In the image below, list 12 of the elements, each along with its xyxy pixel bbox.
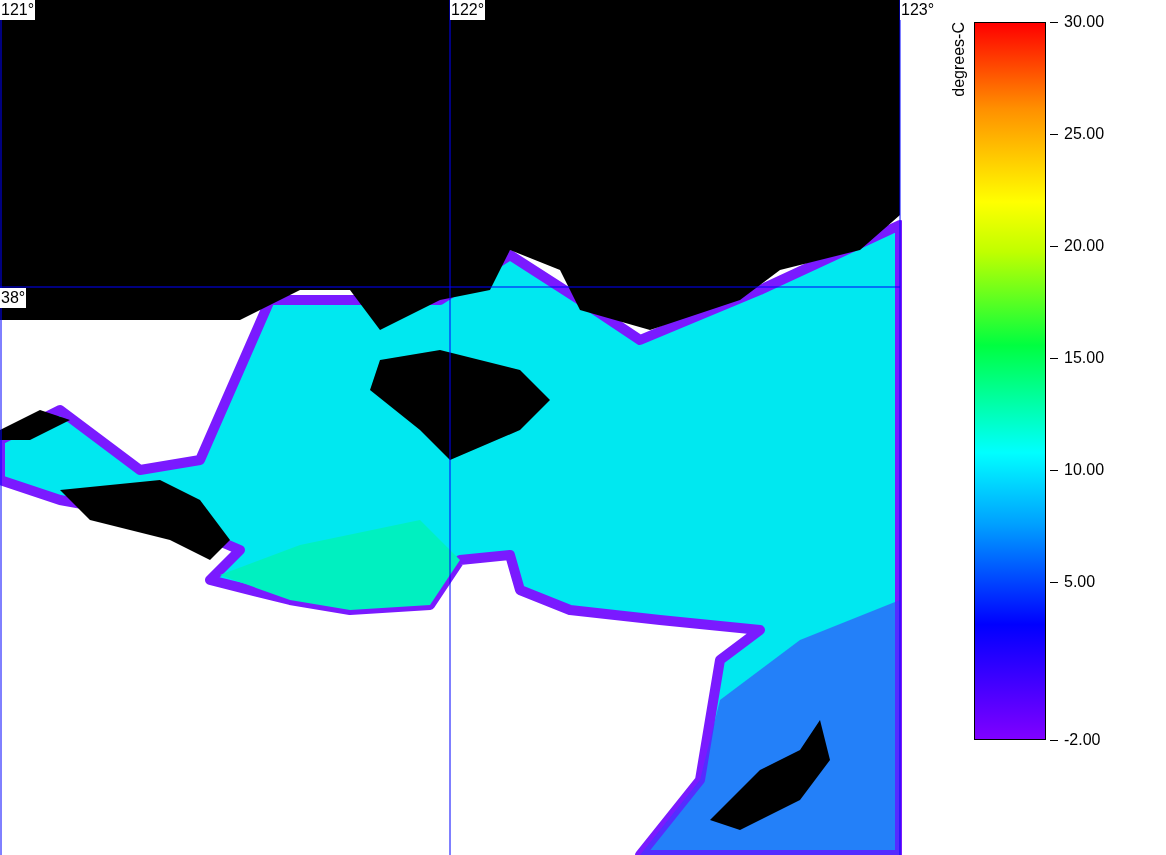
- grid-label: 38°: [0, 288, 27, 308]
- colorbar-tick-label: -2.00: [1064, 730, 1101, 750]
- colorbar-tick-label: 10.00: [1064, 460, 1105, 480]
- colorbar-tick-label: 5.00: [1064, 572, 1096, 592]
- colorbar-tick-label: 20.00: [1064, 236, 1105, 256]
- grid-label: 122°: [450, 0, 486, 20]
- colorbar-tick-label: 25.00: [1064, 124, 1105, 144]
- grid-label: 121°: [0, 0, 36, 20]
- colorbar-tick-label: 30.00: [1064, 12, 1105, 32]
- grid-label: 123°: [900, 0, 936, 20]
- colorbar-title: degrees-C: [950, 22, 968, 97]
- colorbar-tick-label: 15.00: [1064, 348, 1105, 368]
